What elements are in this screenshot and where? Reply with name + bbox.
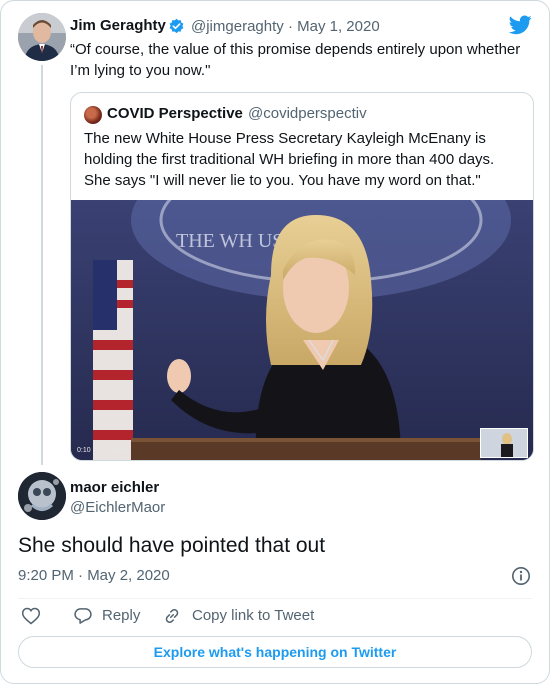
- press-briefing-video-frame: THE WH USE: [71, 200, 533, 460]
- video-views-text: 0:10 1.1K views: [77, 447, 127, 454]
- meta-separator: ·: [287, 18, 293, 35]
- reply-author-handle[interactable]: @EichlerMaor: [70, 499, 165, 516]
- heart-icon[interactable]: [21, 606, 41, 626]
- reply-author-name[interactable]: maor eichler: [70, 479, 159, 496]
- reply-timestamp[interactable]: 9:20 PM · May 2, 2020: [18, 567, 170, 584]
- quoted-tweet[interactable]: COVID Perspective @covidperspectiv The n…: [70, 92, 534, 461]
- parent-author-name[interactable]: Jim Geraghty: [70, 17, 166, 34]
- jim-geraghty-avatar[interactable]: [18, 13, 66, 61]
- quoted-video-media[interactable]: THE WH USE 0:10 1.1K views: [71, 200, 533, 460]
- video-thumbnail[interactable]: [480, 428, 528, 458]
- info-icon[interactable]: [511, 566, 531, 586]
- verified-badge-icon: [168, 18, 185, 35]
- reply-tweet-text: She should have pointed that out: [18, 534, 326, 557]
- action-divider: [18, 598, 532, 599]
- quoted-author-handle: @covidperspectiv: [248, 105, 367, 122]
- parent-tweet-date[interactable]: May 1, 2020: [297, 18, 380, 35]
- parent-tweet-text: “Of course, the value of this promise de…: [70, 41, 521, 79]
- explore-twitter-button[interactable]: Explore what's happening on Twitter: [18, 636, 532, 668]
- quoted-author-name: COVID Perspective: [107, 105, 243, 122]
- thread-connector-line: [41, 65, 43, 465]
- quoted-tweet-text: The new White House Press Secretary Kayl…: [84, 130, 495, 189]
- copy-link-button[interactable]: Copy link to Tweet: [192, 607, 314, 624]
- parent-author-meta: @jimgeraghty · May 1, 2020: [191, 18, 380, 35]
- embedded-tweet-card: Jim Geraghty @jimgeraghty · May 1, 2020 …: [0, 0, 550, 684]
- reply-icon[interactable]: [73, 606, 93, 626]
- reply-button[interactable]: Reply: [102, 607, 140, 624]
- maor-eichler-avatar[interactable]: [18, 472, 66, 520]
- twitter-bird-icon[interactable]: [508, 15, 532, 35]
- parent-author-handle[interactable]: @jimgeraghty: [191, 18, 284, 35]
- covid-perspective-avatar: [84, 106, 102, 124]
- link-icon[interactable]: [162, 606, 182, 626]
